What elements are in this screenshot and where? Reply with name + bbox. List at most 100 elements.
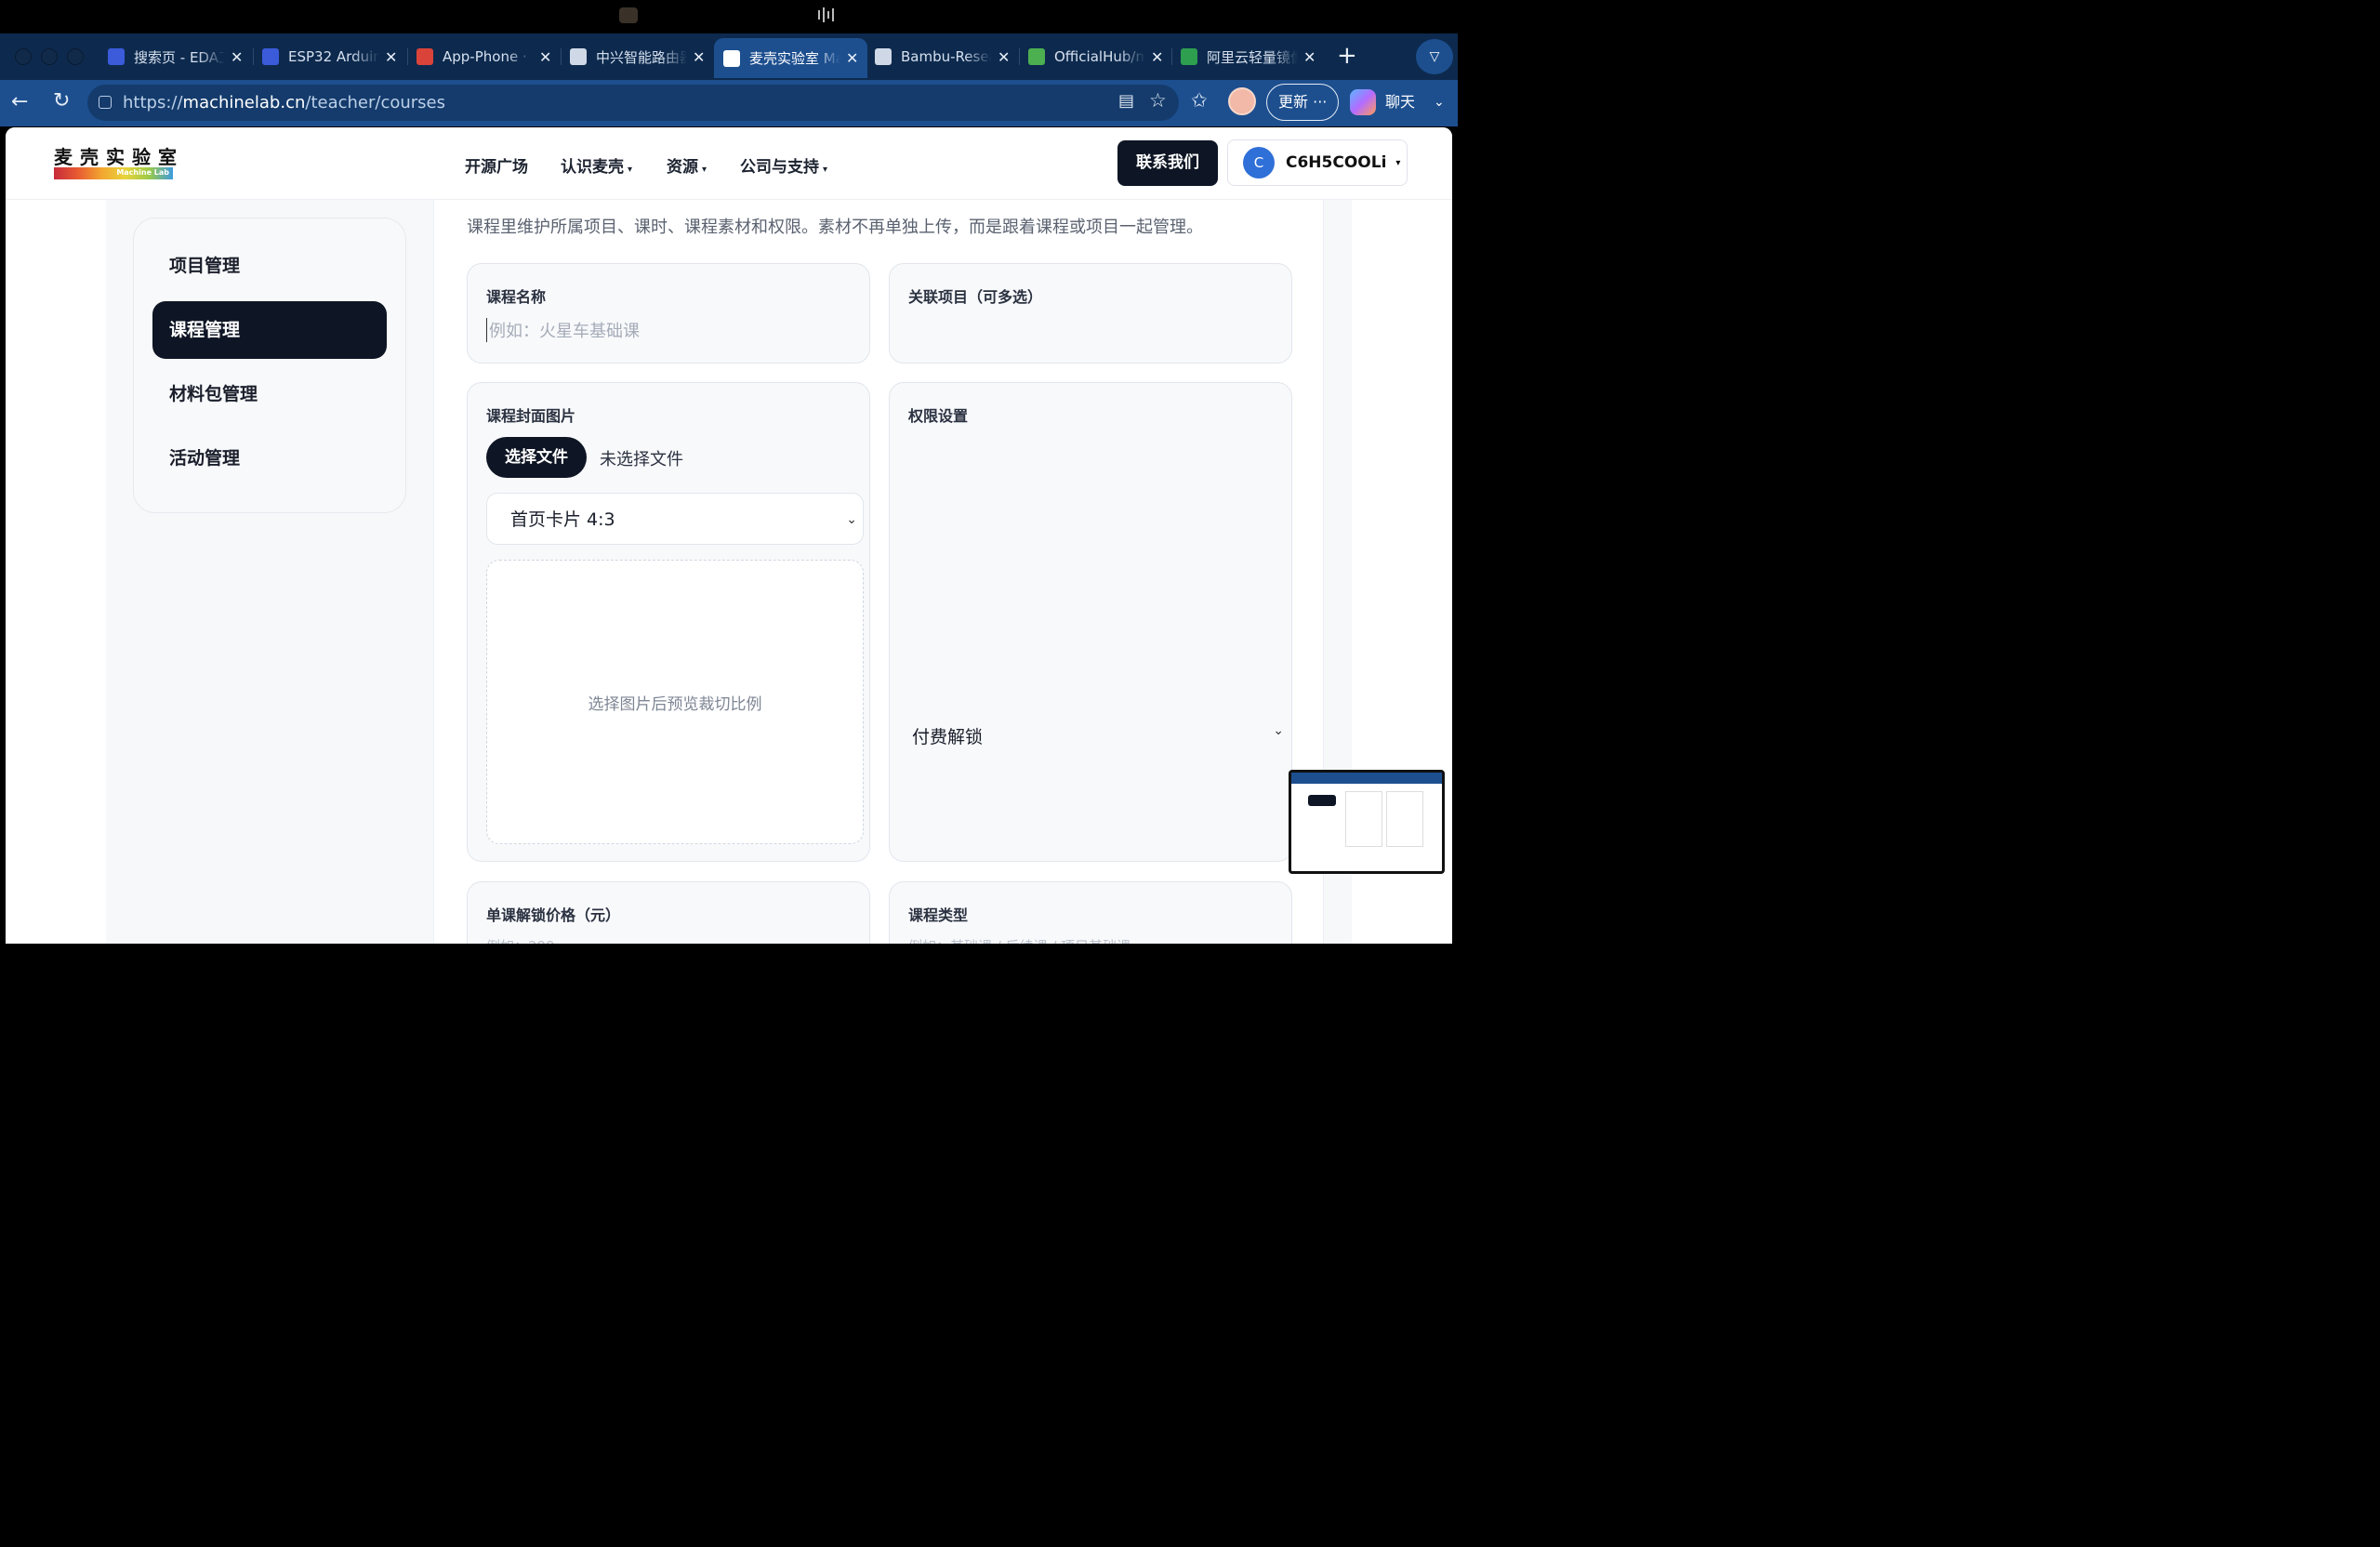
cover-preview-area: 选择图片后预览裁切比例: [486, 560, 864, 844]
github-icon: [875, 48, 892, 65]
chat-label: 聊天: [1385, 93, 1416, 111]
related-projects-label: 关联项目（可多选）: [908, 288, 1043, 306]
nav-label: 开源广场: [465, 158, 528, 177]
browser-tab[interactable]: 中兴智能路由器 ✕: [570, 40, 705, 73]
browser-tab[interactable]: 阿里云轻量镜像 ✕: [1181, 40, 1316, 73]
copilot-chat-button[interactable]: 聊天 ⌄: [1350, 87, 1445, 117]
url-scheme: https://: [123, 93, 183, 112]
close-tab-icon[interactable]: ✕: [1151, 48, 1163, 66]
nav-resources[interactable]: 资源 ▾: [667, 153, 707, 177]
price-input[interactable]: 例如：299: [486, 936, 555, 944]
sidebar-item-activities[interactable]: 活动管理: [152, 430, 387, 487]
permission-label: 权限设置: [908, 407, 969, 425]
browser-tab[interactable]: ESP32 Arduino ✕: [262, 40, 397, 73]
course-name-label: 课程名称: [486, 288, 547, 306]
nav-about[interactable]: 认识麦壳 ▾: [561, 153, 632, 177]
teacher-sidebar: 项目管理 课程管理 材料包管理 活动管理: [133, 218, 406, 513]
back-arrow-icon[interactable]: ←: [11, 90, 28, 113]
chevron-down-icon[interactable]: ⌄: [1434, 87, 1445, 117]
update-button[interactable]: 更新 ···: [1266, 84, 1339, 121]
address-bar[interactable]: https://machinelab.cn/teacher/courses: [87, 85, 1179, 121]
lock-icon: [99, 96, 112, 109]
contact-us-button[interactable]: 联系我们: [1117, 140, 1218, 186]
tab-title: Bambu-Resea: [901, 48, 992, 65]
tab-separator: [253, 48, 254, 65]
camera-indicator-icon: [619, 7, 638, 23]
price-card: 单课解锁价格（元） 例如：299: [467, 881, 870, 944]
shield-icon: [1181, 48, 1197, 65]
caret-down-icon: ▾: [823, 165, 828, 175]
permission-select[interactable]: 付费解锁 ⌄: [912, 723, 1284, 748]
window-close-control[interactable]: [15, 48, 32, 65]
profile-avatar[interactable]: [1228, 87, 1256, 115]
g-logo-icon: [416, 48, 433, 65]
user-avatar: C: [1243, 147, 1275, 178]
tab-separator: [1171, 48, 1172, 65]
preview-hint: 选择图片后预览裁切比例: [588, 695, 762, 714]
caret-down-icon: ▾: [702, 165, 707, 175]
audio-indicator-icon: [818, 7, 839, 22]
new-tab-icon[interactable]: +: [1337, 42, 1357, 70]
browser-tab[interactable]: 麦壳实验室 Ma ✕: [714, 38, 868, 78]
screenshot-thumbnail-preview[interactable]: [1289, 770, 1445, 874]
permission-value: 付费解锁: [912, 727, 984, 747]
close-tab-icon[interactable]: ✕: [998, 48, 1010, 66]
window-zoom-control[interactable]: [67, 48, 84, 65]
page-description: 课程里维护所属项目、课时、课程素材和权限。素材不再单独上传，而是跟着课程或项目一…: [467, 218, 1203, 237]
price-label: 单课解锁价格（元）: [486, 906, 621, 924]
browser-tab[interactable]: App-Phone · ✕: [416, 40, 551, 73]
nav-open-source[interactable]: 开源广场: [465, 153, 528, 177]
close-tab-icon[interactable]: ✕: [231, 48, 243, 66]
permission-card: 权限设置 付费解锁 ⌄: [889, 382, 1292, 862]
system-menu-bar: [0, 0, 1458, 30]
tab-menu-chevron-icon[interactable]: ▽: [1416, 39, 1453, 74]
eda-icon: [108, 48, 125, 65]
crop-ratio-value: 首页卡片 4:3: [510, 509, 615, 530]
leaf-icon: [1028, 48, 1045, 65]
course-name-card: 课程名称 例如：火星车基础课: [467, 263, 870, 364]
choose-file-button[interactable]: 选择文件: [486, 437, 587, 478]
crop-ratio-select[interactable]: 首页卡片 4:3 ⌄: [486, 493, 864, 545]
browser-tab[interactable]: Bambu-Resea ✕: [875, 40, 1010, 73]
chevron-down-icon: ⌄: [846, 512, 857, 527]
tab-separator: [1019, 48, 1020, 65]
window-minimize-control[interactable]: [41, 48, 58, 65]
user-menu-button[interactable]: C C6H5COOLi ▾: [1227, 139, 1408, 186]
reload-icon[interactable]: ↻: [53, 89, 70, 112]
chevron-down-icon: ⌄: [1273, 723, 1284, 738]
update-label: 更新: [1278, 93, 1309, 111]
close-tab-icon[interactable]: ✕: [693, 48, 705, 66]
logo-color-strip: Machine Lab: [54, 167, 173, 179]
url-path: /teacher/courses: [305, 93, 445, 112]
nav-label: 公司与支持: [740, 158, 819, 177]
site-header: 麦壳实验室 Machine Lab 开源广场 认识麦壳 ▾ 资源 ▾ 公司与支持 ▾ …: [6, 127, 1452, 200]
cover-image-card: 课程封面图片 选择文件 未选择文件 首页卡片 4:3 ⌄ 选择图片后预览裁切比例: [467, 382, 870, 862]
course-type-card: 课程类型 例如：基础课 / 后续课 / 项目基础课: [889, 881, 1292, 944]
close-tab-icon[interactable]: ✕: [539, 48, 551, 66]
course-type-input[interactable]: 例如：基础课 / 后续课 / 项目基础课: [908, 936, 1130, 944]
nav-label: 资源: [667, 158, 698, 177]
sidebar-item-material-packs[interactable]: 材料包管理: [152, 365, 387, 423]
close-tab-icon[interactable]: ✕: [385, 48, 397, 66]
favorite-star-icon[interactable]: ☆: [1149, 89, 1167, 112]
globe-icon: [570, 48, 587, 65]
sidebar-item-projects[interactable]: 项目管理: [152, 237, 387, 295]
site-logo[interactable]: 麦壳实验室: [54, 142, 184, 169]
caret-down-icon: ▾: [628, 165, 633, 175]
user-name: C6H5COOLi: [1286, 153, 1387, 172]
more-dots-icon: ···: [1313, 93, 1328, 111]
tab-title: App-Phone ·: [443, 48, 527, 65]
course-name-input[interactable]: 例如：火星车基础课: [486, 318, 640, 342]
tab-title: ESP32 Arduino: [288, 48, 379, 65]
browser-tab[interactable]: 搜索页 - EDA工 ✕: [108, 40, 243, 73]
sidebar-item-courses[interactable]: 课程管理: [152, 301, 387, 359]
close-tab-icon[interactable]: ✕: [846, 49, 858, 67]
browser-tab[interactable]: OfficialHub/m ✕: [1028, 40, 1163, 73]
nav-company-support[interactable]: 公司与支持 ▾: [740, 153, 827, 177]
reader-mode-icon[interactable]: ▤: [1118, 91, 1134, 111]
favorites-list-icon[interactable]: ✩: [1191, 89, 1208, 112]
close-tab-icon[interactable]: ✕: [1303, 48, 1316, 66]
eda-icon: [262, 48, 279, 65]
url-host: machinelab.cn: [182, 93, 306, 112]
related-projects-card[interactable]: 关联项目（可多选）: [889, 263, 1292, 364]
